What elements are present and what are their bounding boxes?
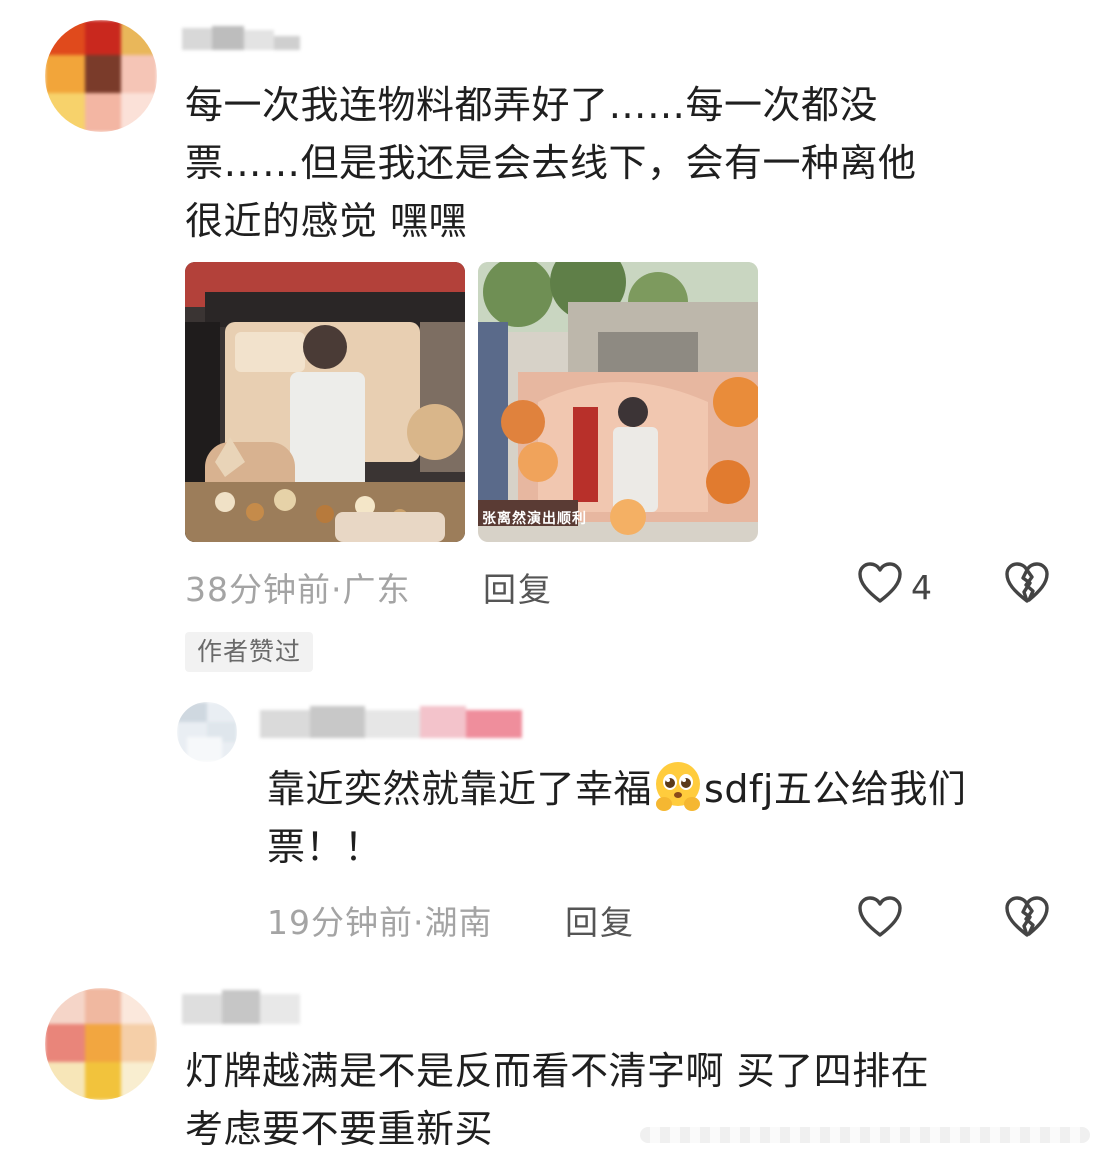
dislike-button[interactable]	[1004, 561, 1050, 609]
comment-text-line: 灯牌越满是不是反而看不清字啊 买了四排在	[185, 1049, 930, 1093]
comment-text-line: 靠近奕然就靠近了幸福 sdfj五公给我们	[267, 760, 1067, 818]
timestamp-location: 38分钟前·广东	[185, 570, 411, 609]
like-button[interactable]	[857, 895, 909, 947]
dislike-button[interactable]	[1004, 895, 1050, 943]
comment-text-segment: sdfj五公给我们	[704, 767, 967, 811]
comment-text-line: 票……但是我还是会去线下，会有一种离他	[185, 141, 917, 185]
comment-1: 每一次我连物料都弄好了……每一次都没 票……但是我还是会去线下，会有一种离他 很…	[0, 0, 1100, 690]
reply-button[interactable]: 回复	[565, 896, 635, 944]
photo-booth-display	[185, 262, 465, 542]
author-liked-badge: 作者赞过	[185, 632, 314, 672]
broken-heart-icon	[1005, 896, 1049, 937]
reply-button[interactable]: 回复	[483, 563, 553, 611]
avatar[interactable]	[177, 702, 237, 762]
broken-heart-icon	[1005, 562, 1049, 603]
avatar[interactable]	[45, 20, 157, 132]
comment-2-reply: 靠近奕然就靠近了幸福 sdfj五公给我们 票！！ 19分钟前·湖南 回复	[0, 690, 1100, 980]
comment-text-line: 每一次我连物料都弄好了……每一次都没	[185, 83, 879, 127]
username[interactable]	[182, 990, 300, 1026]
heart-icon	[857, 895, 903, 947]
timestamp-location: 19分钟前·湖南	[267, 903, 493, 942]
username[interactable]	[260, 704, 522, 740]
like-button[interactable]: 4	[857, 561, 932, 613]
pleading-face-emoji	[652, 760, 704, 812]
comment-text: 靠近奕然就靠近了幸福 sdfj五公给我们 票！！	[267, 760, 1067, 876]
comment-photo-2[interactable]: 张离然演出顺利	[478, 262, 758, 542]
comment-text: 每一次我连物料都弄好了……每一次都没 票……但是我还是会去线下，会有一种离他 很…	[185, 76, 1065, 250]
like-count: 4	[911, 567, 932, 607]
heart-icon	[857, 561, 903, 613]
scroll-fade-bar	[640, 1127, 1090, 1143]
photo-caption: 张离然演出顺利	[482, 511, 587, 527]
avatar[interactable]	[45, 988, 157, 1100]
comment-text-line: 票！！	[267, 825, 383, 869]
photo-flower-stand	[478, 262, 758, 542]
comment-text-line: 很近的感觉 嘿嘿	[185, 199, 468, 243]
comment-text-segment: 靠近奕然就靠近了幸福	[267, 767, 653, 811]
comment-photo-1[interactable]	[185, 262, 465, 542]
username[interactable]	[182, 24, 300, 52]
